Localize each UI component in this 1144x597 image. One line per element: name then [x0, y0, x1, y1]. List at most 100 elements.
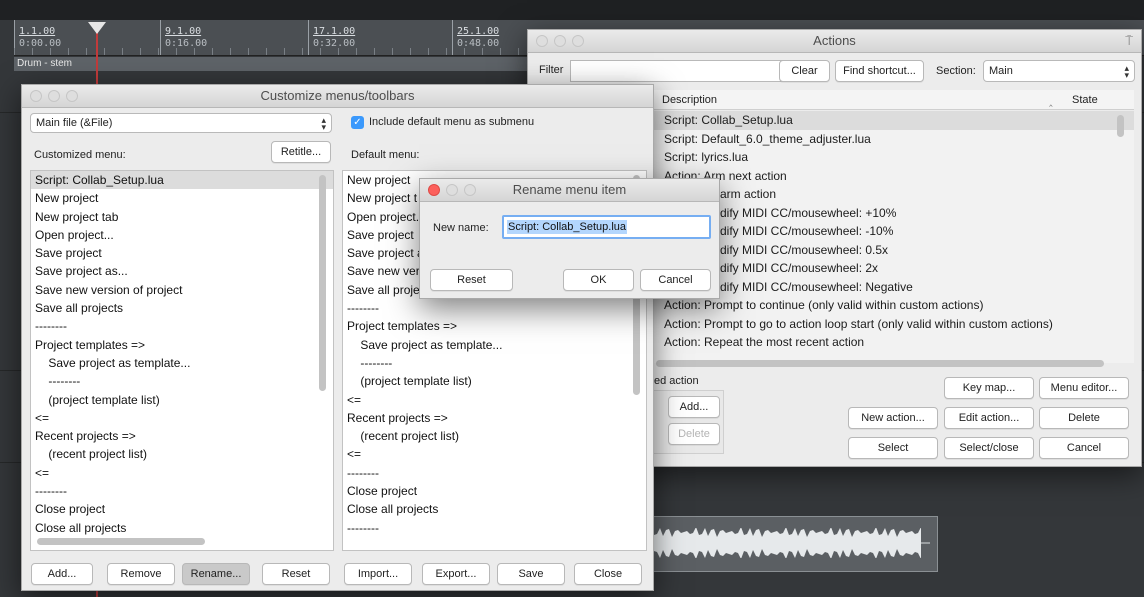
- zoom-window-icon[interactable]: [572, 35, 584, 47]
- list-item[interactable]: Save project as...: [31, 262, 333, 280]
- new-name-field[interactable]: Script: Collab_Setup.lua: [502, 215, 711, 239]
- action-row[interactable]: Script: lyrics.lua: [654, 148, 1134, 167]
- list-item[interactable]: (recent project list): [31, 445, 333, 463]
- import-button[interactable]: Import...: [344, 563, 412, 585]
- list-item[interactable]: <=: [343, 391, 646, 409]
- list-item[interactable]: Project templates =>: [343, 317, 646, 335]
- list-item[interactable]: --------: [31, 372, 333, 390]
- minimize-dialog-icon[interactable]: [446, 184, 458, 196]
- rename-button[interactable]: Rename...: [182, 563, 250, 585]
- delete-action-button[interactable]: Delete: [1039, 407, 1129, 429]
- minimize-window-icon[interactable]: [554, 35, 566, 47]
- list-item[interactable]: New project tab: [31, 208, 333, 226]
- remove-button[interactable]: Remove: [107, 563, 175, 585]
- customized-vertical-scrollbar[interactable]: [319, 175, 326, 391]
- action-row[interactable]: Action: Repeat the most recent action: [654, 333, 1134, 352]
- list-item[interactable]: <=: [343, 445, 646, 463]
- list-item[interactable]: Close project: [343, 482, 646, 500]
- playhead-marker-icon[interactable]: [88, 22, 106, 34]
- export-button[interactable]: Export...: [422, 563, 490, 585]
- list-item[interactable]: --------: [343, 519, 646, 537]
- close-button[interactable]: Close: [574, 563, 642, 585]
- zoom-dialog-icon[interactable]: [464, 184, 476, 196]
- list-item[interactable]: Save all projects: [31, 299, 333, 317]
- list-item[interactable]: (project template list): [343, 372, 646, 390]
- cancel-button[interactable]: Cancel: [1039, 437, 1129, 459]
- ruler-time-label: 0:16.00: [165, 38, 208, 49]
- list-item[interactable]: Save new version of project: [31, 281, 333, 299]
- list-item[interactable]: <=: [31, 409, 333, 427]
- list-item[interactable]: --------: [343, 464, 646, 482]
- list-item[interactable]: (project template list): [31, 391, 333, 409]
- action-row[interactable]: Action: Arm next action: [654, 167, 1134, 186]
- actions-vertical-scrollbar[interactable]: [1117, 115, 1124, 137]
- list-item[interactable]: Save project as template...: [31, 354, 333, 372]
- state-column-header[interactable]: State: [1072, 94, 1098, 106]
- list-item[interactable]: --------: [343, 354, 646, 372]
- new-action-button[interactable]: New action...: [848, 407, 938, 429]
- description-column-header[interactable]: Description: [662, 94, 717, 106]
- find-shortcut-button[interactable]: Find shortcut...: [835, 60, 924, 82]
- close-window-icon[interactable]: [536, 35, 548, 47]
- rename-titlebar[interactable]: Rename menu item: [420, 179, 719, 202]
- reset-button[interactable]: Reset: [262, 563, 330, 585]
- dialog-reset-button[interactable]: Reset: [430, 269, 513, 291]
- zoom-window-icon[interactable]: [66, 90, 78, 102]
- retitle-button[interactable]: Retitle...: [271, 141, 331, 163]
- list-item[interactable]: (recent project list): [343, 427, 646, 445]
- filter-input[interactable]: [570, 60, 802, 82]
- action-row[interactable]: Script: Collab_Setup.lua: [654, 111, 1134, 130]
- action-row[interactable]: arm action: [654, 185, 1134, 204]
- add-button[interactable]: Add...: [31, 563, 93, 585]
- list-item[interactable]: Recent projects =>: [343, 409, 646, 427]
- action-row[interactable]: Action: Prompt to continue (only valid w…: [654, 296, 1134, 315]
- dialog-cancel-button[interactable]: Cancel: [640, 269, 711, 291]
- list-item[interactable]: Close all projects: [31, 519, 333, 537]
- ruler-tick: [122, 48, 123, 55]
- list-item[interactable]: New project: [31, 189, 333, 207]
- list-item[interactable]: <=: [31, 464, 333, 482]
- ruler-marker: 25.1.00 0:48.00: [452, 20, 499, 55]
- close-dialog-icon[interactable]: [428, 184, 440, 196]
- include-default-checkbox[interactable]: ✓: [351, 116, 364, 129]
- action-row[interactable]: dify MIDI CC/mousewheel: Negative: [654, 278, 1134, 297]
- actions-titlebar[interactable]: Actions ⍑: [528, 30, 1141, 53]
- minimize-window-icon[interactable]: [48, 90, 60, 102]
- delete-shortcut-button[interactable]: Delete: [668, 423, 720, 445]
- list-item[interactable]: --------: [31, 317, 333, 335]
- customized-menu-list[interactable]: Script: Collab_Setup.lua New project New…: [30, 170, 334, 551]
- menu-editor-button[interactable]: Menu editor...: [1039, 377, 1129, 399]
- list-item[interactable]: Close all projects: [343, 500, 646, 518]
- dialog-ok-button[interactable]: OK: [563, 269, 634, 291]
- action-row[interactable]: Script: Default_6.0_theme_adjuster.lua: [654, 130, 1134, 149]
- add-shortcut-button[interactable]: Add...: [668, 396, 720, 418]
- close-window-icon[interactable]: [30, 90, 42, 102]
- actions-list[interactable]: Script: Collab_Setup.lua Script: Default…: [654, 111, 1134, 363]
- list-item[interactable]: Recent projects =>: [31, 427, 333, 445]
- list-item[interactable]: Close project: [31, 500, 333, 518]
- clear-button[interactable]: Clear: [779, 60, 830, 82]
- pin-icon[interactable]: ⍑: [1125, 30, 1133, 52]
- save-button[interactable]: Save: [497, 563, 565, 585]
- list-item[interactable]: --------: [31, 482, 333, 500]
- action-row[interactable]: dify MIDI CC/mousewheel: +10%: [654, 204, 1134, 223]
- edit-action-button[interactable]: Edit action...: [944, 407, 1034, 429]
- action-row[interactable]: dify MIDI CC/mousewheel: 2x: [654, 259, 1134, 278]
- list-item[interactable]: Script: Collab_Setup.lua: [31, 171, 333, 190]
- list-item[interactable]: Save project: [31, 244, 333, 262]
- select-button[interactable]: Select: [848, 437, 938, 459]
- key-map-button[interactable]: Key map...: [944, 377, 1034, 399]
- section-select[interactable]: Main ▴ ▾: [983, 60, 1135, 82]
- list-item[interactable]: Open project...: [31, 226, 333, 244]
- list-item[interactable]: Save project as template...: [343, 336, 646, 354]
- action-row[interactable]: dify MIDI CC/mousewheel: 0.5x: [654, 241, 1134, 260]
- list-item[interactable]: Project templates =>: [31, 336, 333, 354]
- menu-select[interactable]: Main file (&File) ▴ ▾: [30, 113, 332, 133]
- customize-titlebar[interactable]: Customize menus/toolbars: [22, 85, 653, 108]
- list-item[interactable]: --------: [343, 299, 646, 317]
- customized-horizontal-scrollbar[interactable]: [37, 538, 205, 545]
- actions-horizontal-scrollbar[interactable]: [656, 360, 1104, 367]
- select-close-button[interactable]: Select/close: [944, 437, 1034, 459]
- action-row[interactable]: dify MIDI CC/mousewheel: -10%: [654, 222, 1134, 241]
- action-row[interactable]: Action: Prompt to go to action loop star…: [654, 315, 1134, 334]
